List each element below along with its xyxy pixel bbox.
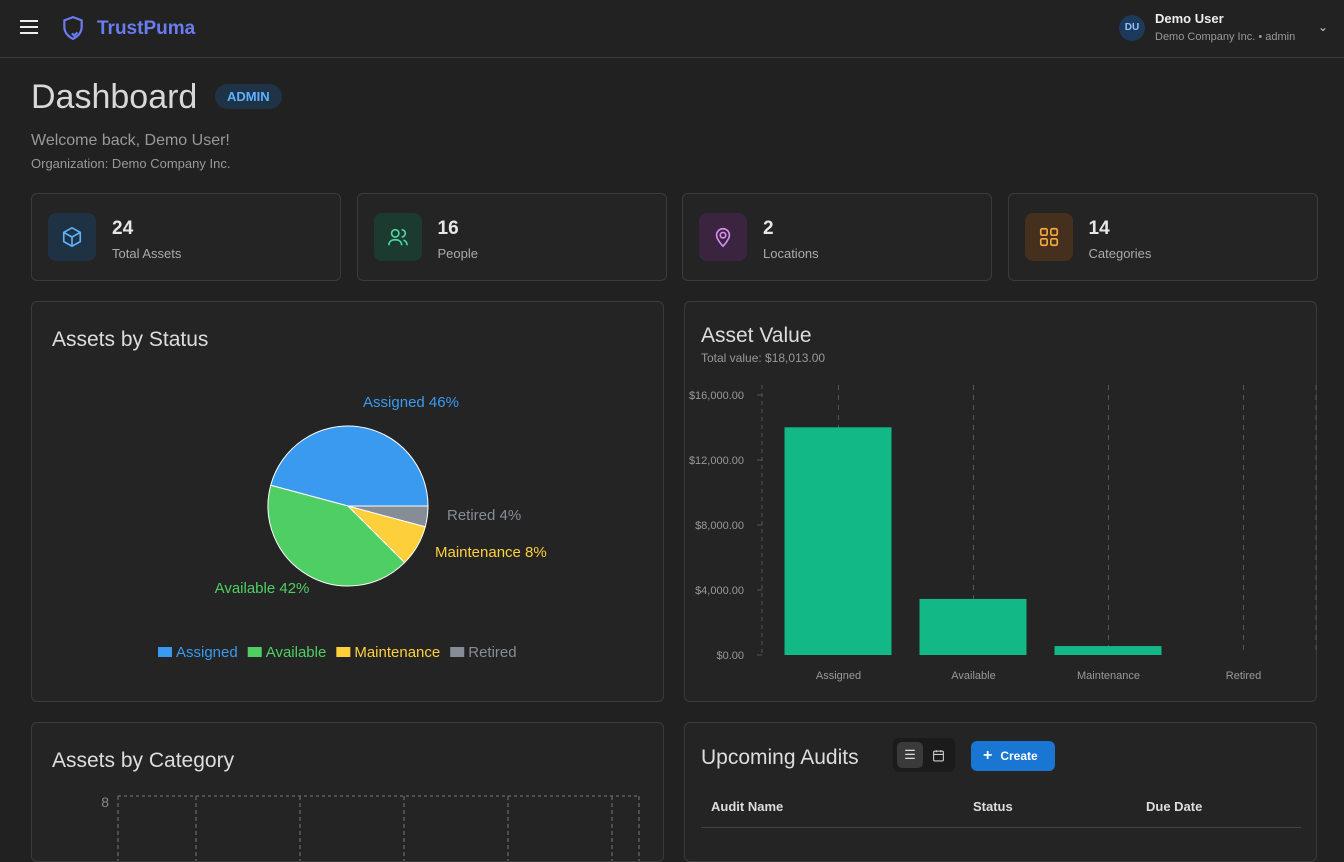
x-tick-label: Assigned [816, 670, 861, 682]
legend-swatch [248, 647, 262, 657]
calendar-view-button[interactable] [925, 742, 951, 768]
chevron-down-icon[interactable]: ⌄ [1318, 20, 1328, 34]
stat-label: Total Assets [112, 246, 181, 261]
pie-label: Available 42% [215, 580, 310, 597]
stat-card-people[interactable]: 16 People [357, 193, 667, 281]
grid-icon [1025, 213, 1073, 261]
plus-icon: + [983, 747, 992, 764]
stat-value: 14 [1089, 218, 1110, 240]
stat-card-categories[interactable]: 14 Categories [1008, 193, 1318, 281]
pie-label: Retired 4% [447, 507, 521, 524]
asset-value-card: Asset Value Total value: $18,013.00 $0.0… [684, 301, 1317, 702]
y-tick-label: $12,000.00 [689, 455, 744, 467]
bar-available [920, 599, 1027, 655]
stat-label: Categories [1089, 246, 1152, 261]
pie-label: Maintenance 8% [435, 544, 547, 561]
list-icon: ☰ [904, 747, 916, 763]
x-tick-label: Retired [1226, 670, 1261, 682]
view-toggle: ☰ [893, 738, 955, 772]
create-label: Create [1000, 749, 1037, 763]
y-tick-label: $0.00 [716, 650, 744, 662]
stat-value: 2 [763, 218, 774, 240]
pie-label: Assigned 46% [363, 394, 459, 411]
x-tick-label: Available [951, 670, 995, 682]
bar-chart: $0.00 $4,000.00 $8,000.00 $12,000.00 $16,000… [685, 302, 1318, 703]
bar-assigned [785, 427, 892, 655]
y-tick-label: $4,000.00 [695, 585, 744, 597]
x-tick-label: Maintenance [1077, 670, 1140, 682]
assets-by-status-card: Assets by Status Assigned 46%Available 4… [31, 301, 664, 702]
header-divider [701, 827, 1301, 828]
top-bar: TrustPuma DU Demo User Demo Company Inc.… [0, 0, 1344, 58]
people-icon [374, 213, 422, 261]
list-view-button[interactable]: ☰ [897, 742, 923, 768]
upcoming-audits-card: Upcoming Audits ☰ + Create Audit Name Sta… [684, 722, 1317, 862]
role-badge: ADMIN [215, 84, 282, 109]
welcome-text: Welcome back, Demo User! [31, 132, 230, 150]
stat-card-locations[interactable]: 2 Locations [682, 193, 992, 281]
assets-by-category-card: Assets by Category 8 [31, 722, 664, 862]
stat-label: People [438, 246, 478, 261]
brand-name[interactable]: TrustPuma [97, 18, 195, 40]
y-tick-label: $16,000.00 [689, 390, 744, 402]
legend-swatch [450, 647, 464, 657]
legend-swatch [158, 647, 172, 657]
stat-value: 24 [112, 218, 133, 240]
organization-text: Organization: Demo Company Inc. [31, 156, 230, 171]
page-title: Dashboard [31, 78, 197, 117]
cube-icon [48, 213, 96, 261]
calendar-icon [932, 749, 945, 762]
y-tick-label: 8 [101, 794, 109, 810]
user-org: Demo Company Inc. • admin [1155, 31, 1295, 43]
stat-value: 16 [438, 218, 459, 240]
menu-icon[interactable] [20, 20, 38, 34]
legend-swatch [336, 647, 350, 657]
avatar[interactable]: DU [1119, 15, 1145, 41]
create-audit-button[interactable]: + Create [971, 741, 1055, 771]
legend-label: Maintenance [354, 644, 440, 661]
pie-chart: Assigned 46% Available 42% Maintenance 8% R… [32, 302, 665, 703]
shield-logo-icon [60, 15, 86, 41]
location-pin-icon [699, 213, 747, 261]
legend-label: Available [266, 644, 327, 661]
y-tick-label: $8,000.00 [695, 520, 744, 532]
stat-label: Locations [763, 246, 819, 261]
stat-card-total-assets[interactable]: 24 Total Assets [31, 193, 341, 281]
category-chart: 8 [32, 723, 664, 862]
bar-maintenance [1055, 646, 1162, 655]
user-name[interactable]: Demo User [1155, 11, 1224, 26]
card-title: Upcoming Audits [701, 746, 859, 770]
column-header-status[interactable]: Status [973, 799, 1013, 814]
column-header-due-date[interactable]: Due Date [1146, 799, 1202, 814]
legend-label: Retired [468, 644, 516, 661]
column-header-audit-name[interactable]: Audit Name [711, 799, 783, 814]
legend-label: Assigned [176, 644, 238, 661]
